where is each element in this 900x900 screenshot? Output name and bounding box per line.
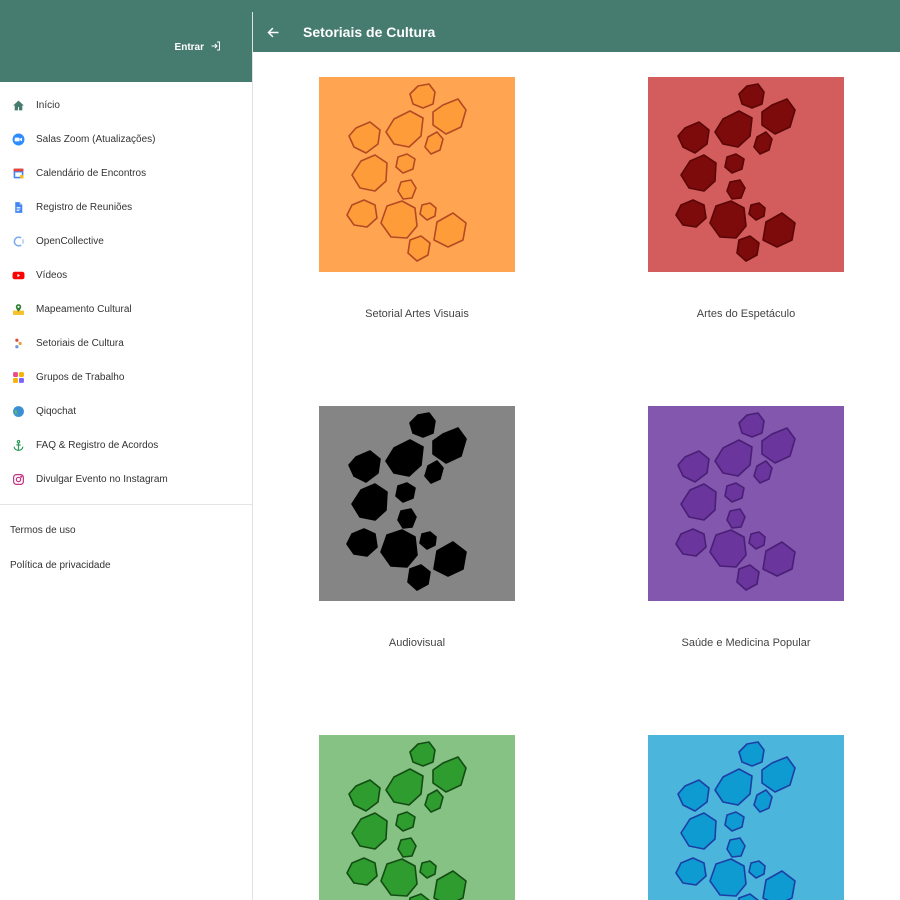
sidebar-item-label: Grupos de Trabalho <box>36 371 125 383</box>
sector-image[interactable] <box>648 735 844 900</box>
sidebar-item-zoom[interactable]: Salas Zoom (Atualizações) <box>0 122 252 156</box>
sector-logo-icon <box>648 77 844 272</box>
login-label: Entrar <box>174 42 204 53</box>
sidebar-item-anchor[interactable]: FAQ & Registro de Acordos <box>0 428 252 462</box>
sidebar-links: Termos de uso Política de privacidade <box>0 505 252 583</box>
back-button[interactable] <box>253 12 293 52</box>
globe-icon <box>11 404 25 418</box>
sector-logo-icon <box>319 406 515 601</box>
page-title: Setoriais de Cultura <box>303 24 436 40</box>
puzzle-icon <box>11 336 25 350</box>
sector-logo-icon <box>648 735 844 900</box>
sector-grid: Setorial Artes Visuais Artes do Espetácu… <box>253 52 900 900</box>
sidebar-header: Entrar <box>0 12 252 82</box>
sector-logo-icon <box>319 77 515 272</box>
calendar-icon <box>11 166 25 180</box>
sidebar-item-instagram[interactable]: Divulgar Evento no Instagram <box>0 462 252 496</box>
terms-link[interactable]: Termos de uso <box>0 513 252 548</box>
zoom-icon <box>11 132 25 146</box>
top-strip <box>0 0 900 12</box>
instagram-icon <box>11 472 25 486</box>
login-icon <box>210 40 222 55</box>
sidebar-item-label: Setoriais de Cultura <box>36 337 124 349</box>
sector-label: Saúde e Medicina Popular <box>681 637 811 649</box>
youtube-icon <box>11 268 25 282</box>
sector-logo-icon <box>648 406 844 601</box>
sidebar-item-label: Qiqochat <box>36 405 77 417</box>
app-bar: Setoriais de Cultura <box>253 12 900 52</box>
anchor-icon <box>11 438 25 452</box>
sector-label: Setorial Artes Visuais <box>365 308 469 320</box>
sidebar-menu: Início Salas Zoom (Atualizações) Calendá… <box>0 82 252 496</box>
sector-image[interactable] <box>319 406 515 601</box>
sector-image[interactable] <box>648 77 844 272</box>
sidebar-item-map[interactable]: Mapeamento Cultural <box>0 292 252 326</box>
sector-image[interactable] <box>319 735 515 900</box>
sector-image[interactable] <box>648 406 844 601</box>
sector-image[interactable] <box>319 77 515 272</box>
privacy-link[interactable]: Política de privacidade <box>0 548 252 583</box>
sidebar-item-label: FAQ & Registro de Acordos <box>36 439 159 451</box>
sidebar-item-youtube[interactable]: Vídeos <box>0 258 252 292</box>
sidebar-item-label: Divulgar Evento no Instagram <box>36 473 168 485</box>
map-icon <box>11 302 25 316</box>
sidebar-item-label: OpenCollective <box>36 235 104 247</box>
sidebar-item-label: Início <box>36 99 60 111</box>
arrow-left-icon <box>266 27 278 37</box>
sidebar-item-home[interactable]: Início <box>0 88 252 122</box>
sidebar-item-label: Calendário de Encontros <box>36 167 147 179</box>
sector-label: Audiovisual <box>388 637 446 649</box>
sidebar: Entrar Início Salas Zoom (Atualizações) … <box>0 12 253 900</box>
sidebar-item-opencollective[interactable]: OpenCollective <box>0 224 252 258</box>
sidebar-item-label: Salas Zoom (Atualizações) <box>36 133 156 145</box>
document-icon <box>11 200 25 214</box>
sidebar-item-groups[interactable]: Grupos de Trabalho <box>0 360 252 394</box>
sidebar-item-label: Registro de Reuniões <box>36 201 133 213</box>
sidebar-item-puzzle[interactable]: Setoriais de Cultura <box>0 326 252 360</box>
sidebar-item-label: Vídeos <box>36 269 68 281</box>
login-button[interactable]: Entrar <box>175 40 222 55</box>
sector-logo-icon <box>319 735 515 900</box>
home-icon <box>11 98 25 112</box>
groups-icon <box>11 370 25 384</box>
sidebar-item-globe[interactable]: Qiqochat <box>0 394 252 428</box>
sidebar-item-calendar[interactable]: Calendário de Encontros <box>0 156 252 190</box>
sector-label: Artes do Espetáculo <box>696 308 796 320</box>
sidebar-item-label: Mapeamento Cultural <box>36 303 132 315</box>
opencollective-icon <box>11 234 25 248</box>
sidebar-item-document[interactable]: Registro de Reuniões <box>0 190 252 224</box>
